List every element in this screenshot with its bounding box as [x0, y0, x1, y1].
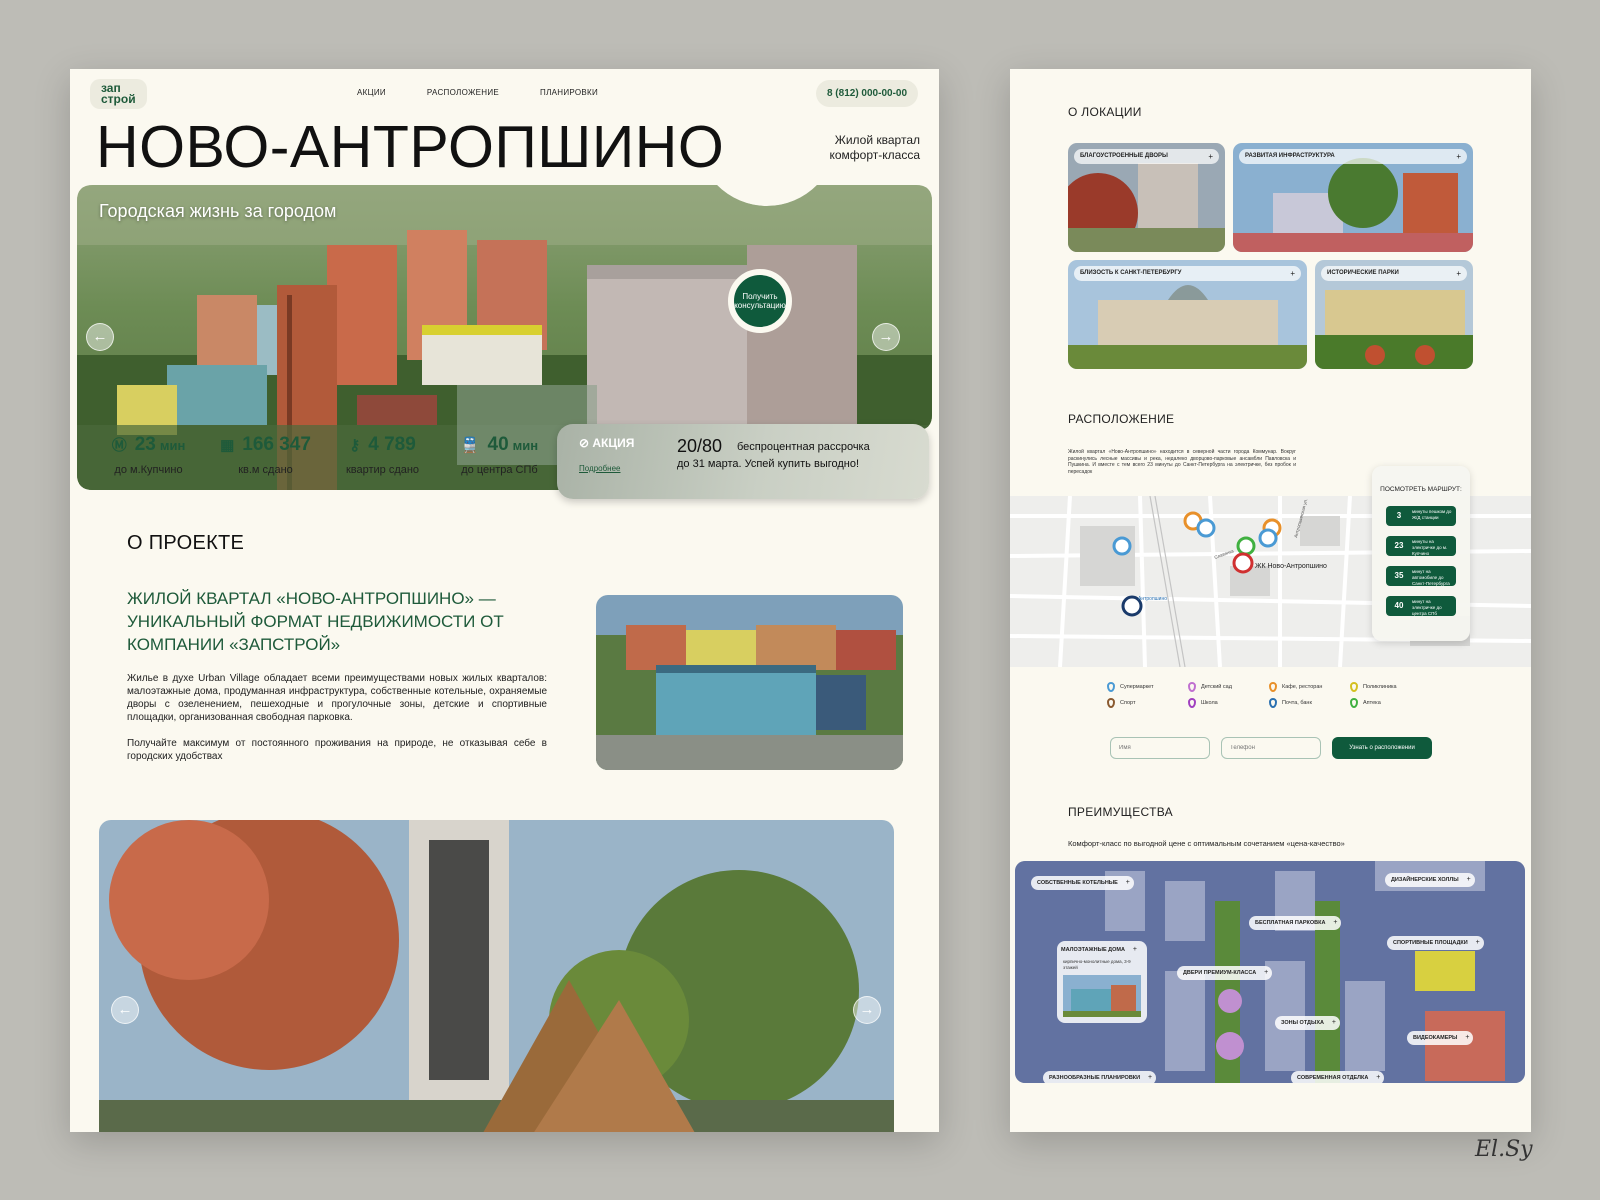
- name-field[interactable]: [1110, 737, 1210, 759]
- metro-icon: Ⓜ: [111, 437, 127, 454]
- advantages-title: ПРЕИМУЩЕСТВА: [1068, 805, 1173, 819]
- location-card-yards[interactable]: БЛАГОУСТРОЕННЫЕ ДВОРЫ +: [1068, 143, 1225, 252]
- cafe-pin-icon: [1269, 682, 1277, 692]
- promo-text-1: беспроцентная рассрочка: [737, 441, 870, 453]
- plan-label-layouts[interactable]: РАЗНООБРАЗНЫЕ ПЛАНИРОВКИ: [1043, 1071, 1157, 1083]
- nav-link-promotions[interactable]: АКЦИИ: [357, 88, 386, 97]
- plan-label-lowrise: МАЛОЭТАЖНЫЕ ДОМА: [1055, 943, 1141, 957]
- plan-label-sports[interactable]: СПОРТИВНЫЕ ПЛОЩАДКИ: [1387, 936, 1484, 950]
- plan-label-halls[interactable]: ДИЗАЙНЕРСКИЕ ХОЛЛЫ: [1385, 873, 1475, 887]
- gallery-image: [99, 820, 894, 1132]
- arrow-right-icon: →: [878, 328, 894, 345]
- placement-title: РАСПОЛОЖЕНИЕ: [1068, 412, 1175, 426]
- building-icon: ▦: [220, 437, 235, 454]
- location-title: О ЛОКАЦИИ: [1068, 105, 1142, 119]
- legend-item[interactable]: Аптека: [1350, 698, 1431, 708]
- main-nav: АКЦИИ РАСПОЛОЖЕНИЕ ПЛАНИРОВКИ: [357, 88, 598, 97]
- landing-page-right: О ЛОКАЦИИ БЛАГОУСТРОЕННЫЕ ДВОРЫ + РАЗВИТА…: [1010, 69, 1531, 1132]
- clinic-pin-icon: [1350, 682, 1358, 692]
- route-item[interactable]: 23 минуты на электричке до м. Купчино: [1386, 536, 1456, 556]
- map-station-label: Антропшино: [1138, 596, 1167, 602]
- plan-label-finishing[interactable]: СОВРЕМЕННАЯ ОТДЕЛКА: [1291, 1071, 1385, 1083]
- gallery-slider: ← →: [99, 820, 894, 1132]
- location-card-parks[interactable]: ИСТОРИЧЕСКИЕ ПАРКИ +: [1315, 260, 1473, 369]
- kindergarten-pin-icon: [1188, 682, 1196, 692]
- author-signature: El.Sy: [1475, 1137, 1533, 1162]
- logo[interactable]: зап строй: [90, 79, 147, 109]
- about-paragraph-2: Получайте максимум от постоянного прожив…: [127, 738, 547, 762]
- hero-caption: Городская жизнь за городом: [99, 201, 337, 221]
- placement-text: Жилой квартал «Ново-Антропшино» находитс…: [1068, 449, 1296, 475]
- plan-label-cameras[interactable]: ВИДЕОКАМЕРЫ: [1407, 1031, 1474, 1045]
- legend-item[interactable]: Спорт: [1107, 698, 1188, 708]
- legend-item[interactable]: Кафе, ресторан: [1269, 682, 1350, 692]
- consult-button[interactable]: Получить консультацию: [728, 269, 792, 333]
- promo-card[interactable]: ⊘ АКЦИЯ Подробнее 20/80 беспроцентная ра…: [557, 424, 929, 499]
- masterplan: СОБСТВЕННЫЕ КОТЕЛЬНЫЕ ДИЗАЙНЕРСКИЕ ХОЛЛЫ…: [1015, 861, 1525, 1083]
- bank-pin-icon: [1269, 698, 1277, 708]
- plan-label-doors[interactable]: ДВЕРИ ПРЕМИУМ-КЛАССА: [1177, 966, 1273, 980]
- stat-apartments: ⚷ 4 789 квартир сдано: [345, 434, 420, 476]
- legend-item[interactable]: Школа: [1188, 698, 1269, 708]
- route-panel: ПОСМОТРЕТЬ МАРШРУТ: 3 минуты пешком до Ж/…: [1372, 466, 1470, 641]
- legend-item[interactable]: Почта, банк: [1269, 698, 1350, 708]
- legend-item[interactable]: Супермаркет: [1107, 682, 1188, 692]
- arrow-left-icon: ←: [92, 328, 108, 345]
- hero-next-button[interactable]: →: [872, 323, 900, 351]
- hero-subtitle: Жилой квартал комфорт-класса: [829, 133, 921, 162]
- plus-icon: +: [1456, 152, 1461, 161]
- stat-area: ▦ 166 347 кв.м сдано: [220, 434, 311, 476]
- arrow-right-icon: →: [859, 1001, 875, 1018]
- map-complex-label: ЖК Ново-Антропшино: [1255, 563, 1327, 570]
- plus-icon: +: [1456, 269, 1461, 278]
- plus-icon: +: [1208, 152, 1213, 161]
- advantages-subtitle: Комфорт-класс по выгодной цене с оптимал…: [1068, 839, 1345, 848]
- about-heading: ЖИЛОЙ КВАРТАЛ «НОВО-АНТРОПШИНО» — УНИКАЛ…: [127, 589, 504, 654]
- about-paragraph-1: Жилье в духе Urban Village обладает всем…: [127, 673, 547, 723]
- map-legend: Супермаркет Детский сад Кафе, ресторан П…: [1107, 682, 1427, 708]
- phone-field[interactable]: [1221, 737, 1321, 759]
- hero-prev-button[interactable]: ←: [86, 323, 114, 351]
- landing-page-left: зап строй АКЦИИ РАСПОЛОЖЕНИЕ ПЛАНИРОВКИ …: [70, 69, 939, 1132]
- arrow-left-icon: ←: [117, 1001, 133, 1018]
- lowrise-desc: кирпично-монолитные дома, 3-9 этажей: [1063, 959, 1131, 970]
- gallery-prev-button[interactable]: ←: [111, 996, 139, 1024]
- promo-big: 20/80: [677, 436, 723, 456]
- page-title: НОВО-АНТРОПШИНО: [96, 114, 725, 180]
- stat-metro: Ⓜ 23 мин до м.Купчино: [111, 434, 186, 476]
- promo-tag: ⊘ АКЦИЯ: [579, 436, 635, 450]
- lowrise-thumbnail: [1063, 975, 1141, 1017]
- plan-label-boiler[interactable]: СОБСТВЕННЫЕ КОТЕЛЬНЫЕ: [1031, 876, 1134, 890]
- plan-label-rest-zones[interactable]: ЗОНЫ ОТДЫХА: [1275, 1016, 1340, 1030]
- gallery-next-button[interactable]: →: [853, 996, 881, 1024]
- nav-link-location[interactable]: РАСПОЛОЖЕНИЕ: [427, 88, 499, 97]
- supermarket-pin-icon: [1107, 682, 1115, 692]
- pharmacy-pin-icon: [1350, 698, 1358, 708]
- promo-text-2: до 31 марта. Успей купить выгодно!: [677, 458, 860, 470]
- school-pin-icon: [1188, 698, 1196, 708]
- nav-link-layouts[interactable]: ПЛАНИРОВКИ: [540, 88, 598, 97]
- stats-row: Ⓜ 23 мин до м.Купчино ▦ 166 347 кв.м сдано …: [90, 434, 558, 476]
- route-panel-title: ПОСМОТРЕТЬ МАРШРУТ:: [1380, 486, 1462, 493]
- promo-more-link[interactable]: Подробнее: [579, 464, 621, 473]
- plus-icon: +: [1290, 269, 1295, 278]
- train-icon: 🚆: [460, 437, 480, 454]
- legend-item[interactable]: Детский сад: [1188, 682, 1269, 692]
- percent-icon: ⊘: [579, 436, 593, 450]
- submit-button[interactable]: Узнать о расположении: [1332, 737, 1432, 759]
- sport-pin-icon: [1107, 698, 1115, 708]
- about-title: О ПРОЕКТЕ: [127, 532, 245, 554]
- about-image: [596, 595, 903, 770]
- route-item[interactable]: 3 минуты пешком до Ж/Д станции: [1386, 506, 1456, 526]
- phone-button[interactable]: 8 (812) 000-00-00: [816, 80, 918, 107]
- location-card-spb[interactable]: БЛИЗОСТЬ К САНКТ-ПЕТЕРБУРГУ +: [1068, 260, 1307, 369]
- location-card-infrastructure[interactable]: РАЗВИТАЯ ИНФРАСТРУКТУРА +: [1233, 143, 1473, 252]
- lowrise-card[interactable]: МАЛОЭТАЖНЫЕ ДОМА кирпично-монолитные дом…: [1057, 941, 1147, 1023]
- stat-center: 🚆 40 мин до центра СПб: [460, 434, 539, 476]
- plan-label-parking[interactable]: БЕСПЛАТНАЯ ПАРКОВКА: [1249, 916, 1342, 930]
- route-item[interactable]: 35 минут на автомобиле до Санкт-Петербург…: [1386, 566, 1456, 586]
- route-item[interactable]: 40 минут на электричке до центра СПб: [1386, 596, 1456, 616]
- legend-item[interactable]: Поликлиника: [1350, 682, 1431, 692]
- keys-icon: ⚷: [349, 437, 361, 454]
